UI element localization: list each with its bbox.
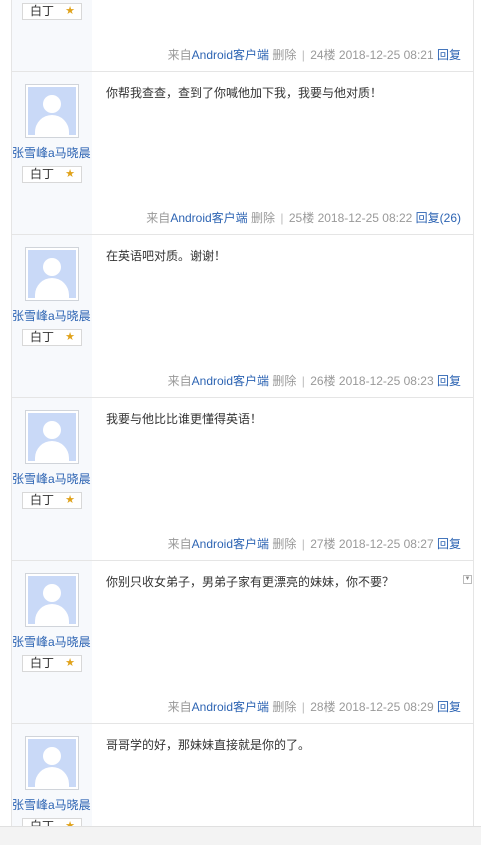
meta-separator: | [301,537,305,551]
source-prefix: 来自 [167,374,192,388]
post-floor-24: 白丁 ★ 来自Android客户端 删除 | 24楼 2018-12-25 08… [11,0,474,71]
rank-badge-icon: ★ [65,168,75,180]
delete-link[interactable]: 删除 [251,211,275,225]
source-link[interactable]: Android客户端 [192,700,269,714]
reply-link[interactable]: 回复 [437,374,461,388]
username-link[interactable]: 张雪峰a马晓晨 [12,307,96,324]
rank-badge: 白丁 ★ [22,492,82,509]
default-avatar-icon [28,250,76,298]
post-floor-25: 张雪峰a马晓晨 白丁 ★ 你帮我查查，查到了你喊他加下我，我要与他对质！ 来自A… [11,71,474,234]
default-avatar-icon [28,87,76,135]
reply-link[interactable]: 回复 [437,537,461,551]
post-content: 我要与他比比谁更懂得英语！ [106,412,263,426]
post-floor-26: 张雪峰a马晓晨 白丁 ★ 在英语吧对质。谢谢！ 来自Android客户端 删除 … [11,234,474,397]
rank-label: 白丁 [30,656,55,670]
rank-label: 白丁 [30,4,55,18]
source-link[interactable]: Android客户端 [192,537,269,551]
floor-number: 24楼 [310,48,336,62]
post-floor-28: 张雪峰a马晓晨 白丁 ★ 你别只收女弟子，男弟子家有更漂亮的妹妹，你不要？ ▼ … [11,560,474,723]
delete-link[interactable]: 删除 [272,700,296,714]
username-link[interactable]: 张雪峰a马晓晨 [12,796,96,813]
avatar[interactable] [25,573,79,627]
meta-separator: | [301,700,305,714]
post-timestamp: 2018-12-25 08:23 [338,374,434,388]
post-meta: 来自Android客户端 删除 | 27楼 2018-12-25 08:27 回… [168,535,461,552]
post-timestamp: 2018-12-25 08:29 [338,700,434,714]
meta-separator: | [301,48,305,62]
post-content: 哥哥学的好，那妹妹直接就是你的了。 [106,738,311,752]
post-timestamp: 2018-12-25 08:27 [338,537,434,551]
floor-number: 27楼 [310,537,336,551]
post-timestamp: 2018-12-25 08:21 [338,48,434,62]
username-link[interactable]: 张雪峰a马晓晨 [12,633,96,650]
delete-link[interactable]: 删除 [272,537,296,551]
rank-badge-icon: ★ [65,657,75,669]
post-meta: 来自Android客户端 删除 | 24楼 2018-12-25 08:21 回… [168,46,461,63]
rank-badge: 白丁 ★ [22,655,82,672]
avatar[interactable] [25,247,79,301]
bottom-bar [0,826,481,845]
source-prefix: 来自 [167,48,192,62]
source-prefix: 来自 [167,700,192,714]
delete-link[interactable]: 删除 [272,48,296,62]
rank-label: 白丁 [30,167,55,181]
source-prefix: 来自 [146,211,171,225]
rank-label: 白丁 [30,330,55,344]
rank-badge-icon: ★ [65,494,75,506]
rank-badge: 白丁 ★ [22,3,82,20]
delete-link[interactable]: 删除 [272,374,296,388]
source-link[interactable]: Android客户端 [192,374,269,388]
floor-number: 25楼 [288,211,315,225]
meta-separator: | [301,374,305,388]
post-content: 你别只收女弟子，男弟子家有更漂亮的妹妹，你不要？ [106,575,395,589]
post-timestamp: 2018-12-25 08:22 [317,211,413,225]
post-meta: 来自Android客户端 删除 | 26楼 2018-12-25 08:23 回… [168,372,461,389]
source-prefix: 来自 [167,537,192,551]
rank-badge-icon: ★ [65,331,75,343]
default-avatar-icon [28,576,76,624]
reply-link[interactable]: 回复 [437,700,461,714]
default-avatar-icon [28,413,76,461]
post-floor-27: 张雪峰a马晓晨 白丁 ★ 我要与他比比谁更懂得英语！ 来自Android客户端 … [11,397,474,560]
rank-badge: 白丁 ★ [22,329,82,346]
thread-container: 丰 白丁 ★ 来自Android客户端 删除 | 24楼 2018-12-25 … [0,0,481,845]
post-meta: 来自Android客户端 删除 | 25楼 2018-12-25 08:22 回… [146,209,461,226]
post-content: 你帮我查查，查到了你喊他加下我，我要与他对质！ [106,86,383,100]
reply-link[interactable]: 回复(26) [416,211,461,225]
collapse-arrow-icon[interactable]: ▼ [463,575,472,584]
username-link[interactable]: 张雪峰a马晓晨 [12,470,96,487]
floor-number: 28楼 [310,700,336,714]
avatar[interactable] [25,410,79,464]
post-content: 在英语吧对质。谢谢！ [106,249,227,263]
source-link[interactable]: Android客户端 [170,211,247,225]
rank-badge: 白丁 ★ [22,166,82,183]
username-link[interactable]: 张雪峰a马晓晨 [12,144,96,161]
default-avatar-icon [28,739,76,787]
rank-badge-icon: ★ [65,5,75,17]
floor-number: 26楼 [310,374,336,388]
rank-label: 白丁 [30,493,55,507]
post-meta: 来自Android客户端 删除 | 28楼 2018-12-25 08:29 回… [168,698,461,715]
avatar[interactable] [25,736,79,790]
source-link[interactable]: Android客户端 [192,48,269,62]
avatar[interactable] [25,84,79,138]
reply-link[interactable]: 回复 [437,48,461,62]
meta-separator: | [280,211,284,225]
